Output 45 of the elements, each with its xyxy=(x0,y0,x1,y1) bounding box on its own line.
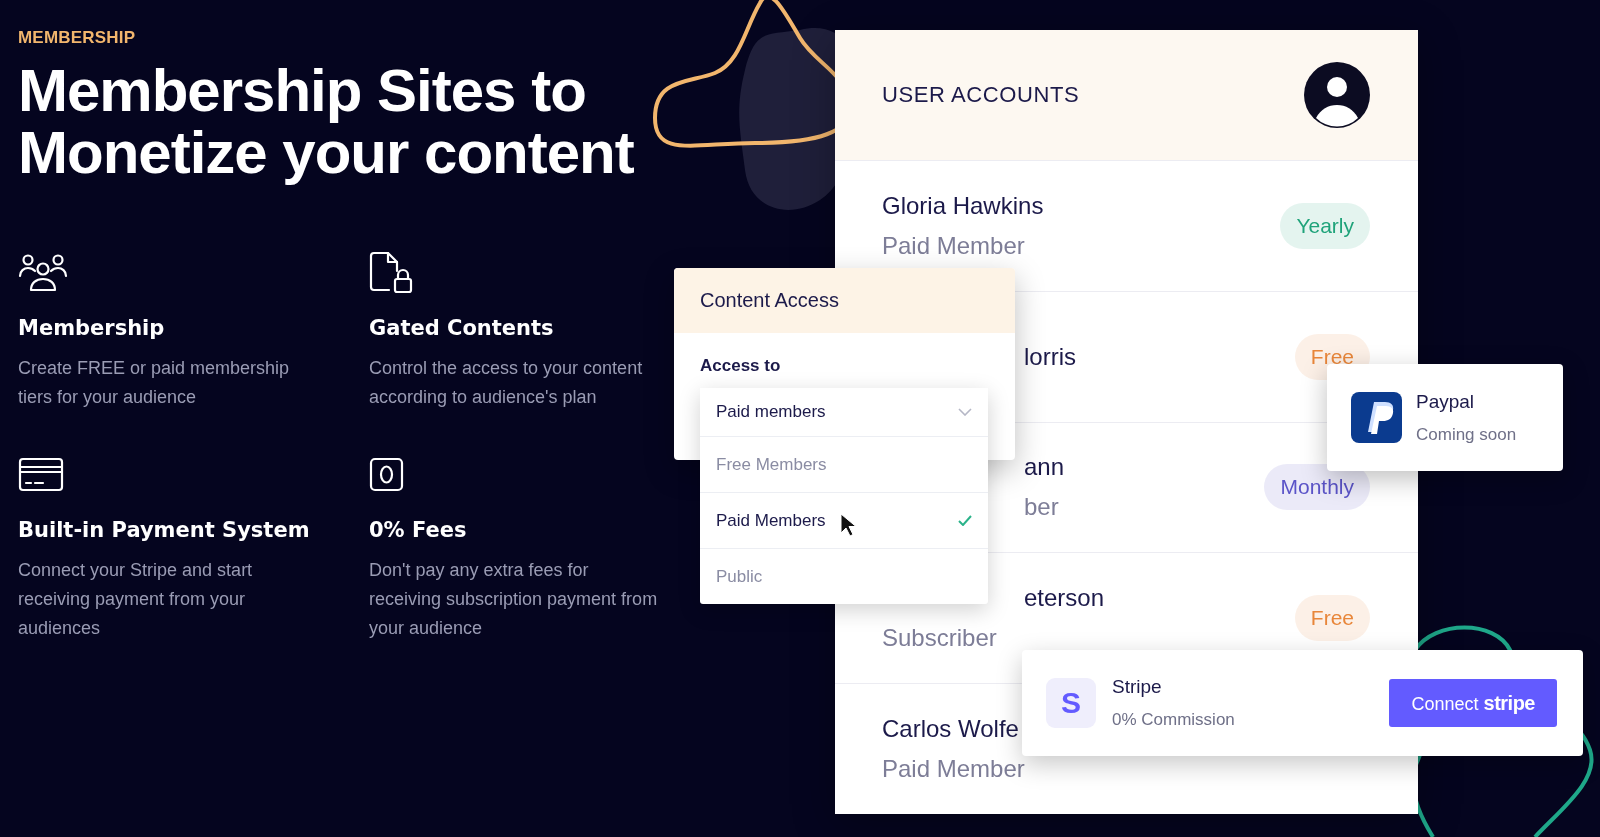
feature-description: Connect your Stripe and start receiving payment from your audiences xyxy=(18,559,254,640)
chevron-down-icon xyxy=(958,408,972,416)
member-name: Carlos Wolfe xyxy=(882,715,1019,744)
provider-name: Stripe xyxy=(1112,676,1163,698)
card-title: Content Access xyxy=(700,289,839,312)
provider-detail: 0% Commission xyxy=(1112,710,1236,730)
feature-title: Membership xyxy=(18,316,165,340)
card-title: USER ACCOUNTS xyxy=(882,82,1080,108)
locked-file-icon xyxy=(369,250,413,294)
feature-title: 0% Fees xyxy=(369,518,467,542)
zero-box-icon xyxy=(369,456,404,492)
payment-logo-icon xyxy=(1351,392,1402,443)
headline: Monetize your content xyxy=(18,122,634,184)
user-avatar-icon[interactable] xyxy=(1304,62,1370,128)
feature-title: Gated Contents xyxy=(369,316,554,340)
provider-status: Coming soon xyxy=(1416,424,1517,445)
member-role: Subscriber xyxy=(882,624,997,653)
plan-badge: Free xyxy=(1294,595,1370,642)
stripe-logo: S xyxy=(1046,678,1096,728)
cursor-icon xyxy=(840,513,856,537)
member-role: Paid Member xyxy=(882,231,1025,260)
check-icon xyxy=(958,515,972,526)
field-label: Access to xyxy=(700,356,781,376)
headline: Membership Sites to xyxy=(18,60,586,122)
feature-description: Create FREE or paid membership tiers for your audience xyxy=(18,357,291,409)
member-name: Gloria Hawkins xyxy=(882,191,1044,220)
feature-description: Don't pay any extra fees for receiving subscription payment from your audience xyxy=(369,559,659,640)
provider-name: Paypal xyxy=(1416,390,1476,413)
credit-card-icon xyxy=(18,456,64,492)
member-name: ann xyxy=(1024,453,1065,482)
eyebrow-label: MEMBERSHIP xyxy=(18,28,136,48)
member-role: Paid Member xyxy=(882,755,1025,784)
access-select[interactable]: Paid members xyxy=(700,388,988,436)
dropdown-option[interactable]: Free Members xyxy=(700,436,988,492)
member-role: ber xyxy=(1024,493,1059,522)
member-name: eterson xyxy=(1024,584,1105,613)
member-name: lorris xyxy=(1024,342,1076,371)
connect-button[interactable]: Connect stripe xyxy=(1389,679,1557,727)
people-icon xyxy=(18,252,68,292)
feature-description: Control the access to your content according to audience's plan xyxy=(369,357,644,409)
dropdown-option[interactable]: Public xyxy=(700,548,988,604)
feature-title: Built-in Payment System xyxy=(18,518,310,542)
plan-badge: Monthly xyxy=(1264,464,1370,511)
plan-badge: Yearly xyxy=(1280,202,1370,249)
dropdown-option[interactable]: Paid Members xyxy=(700,492,988,548)
